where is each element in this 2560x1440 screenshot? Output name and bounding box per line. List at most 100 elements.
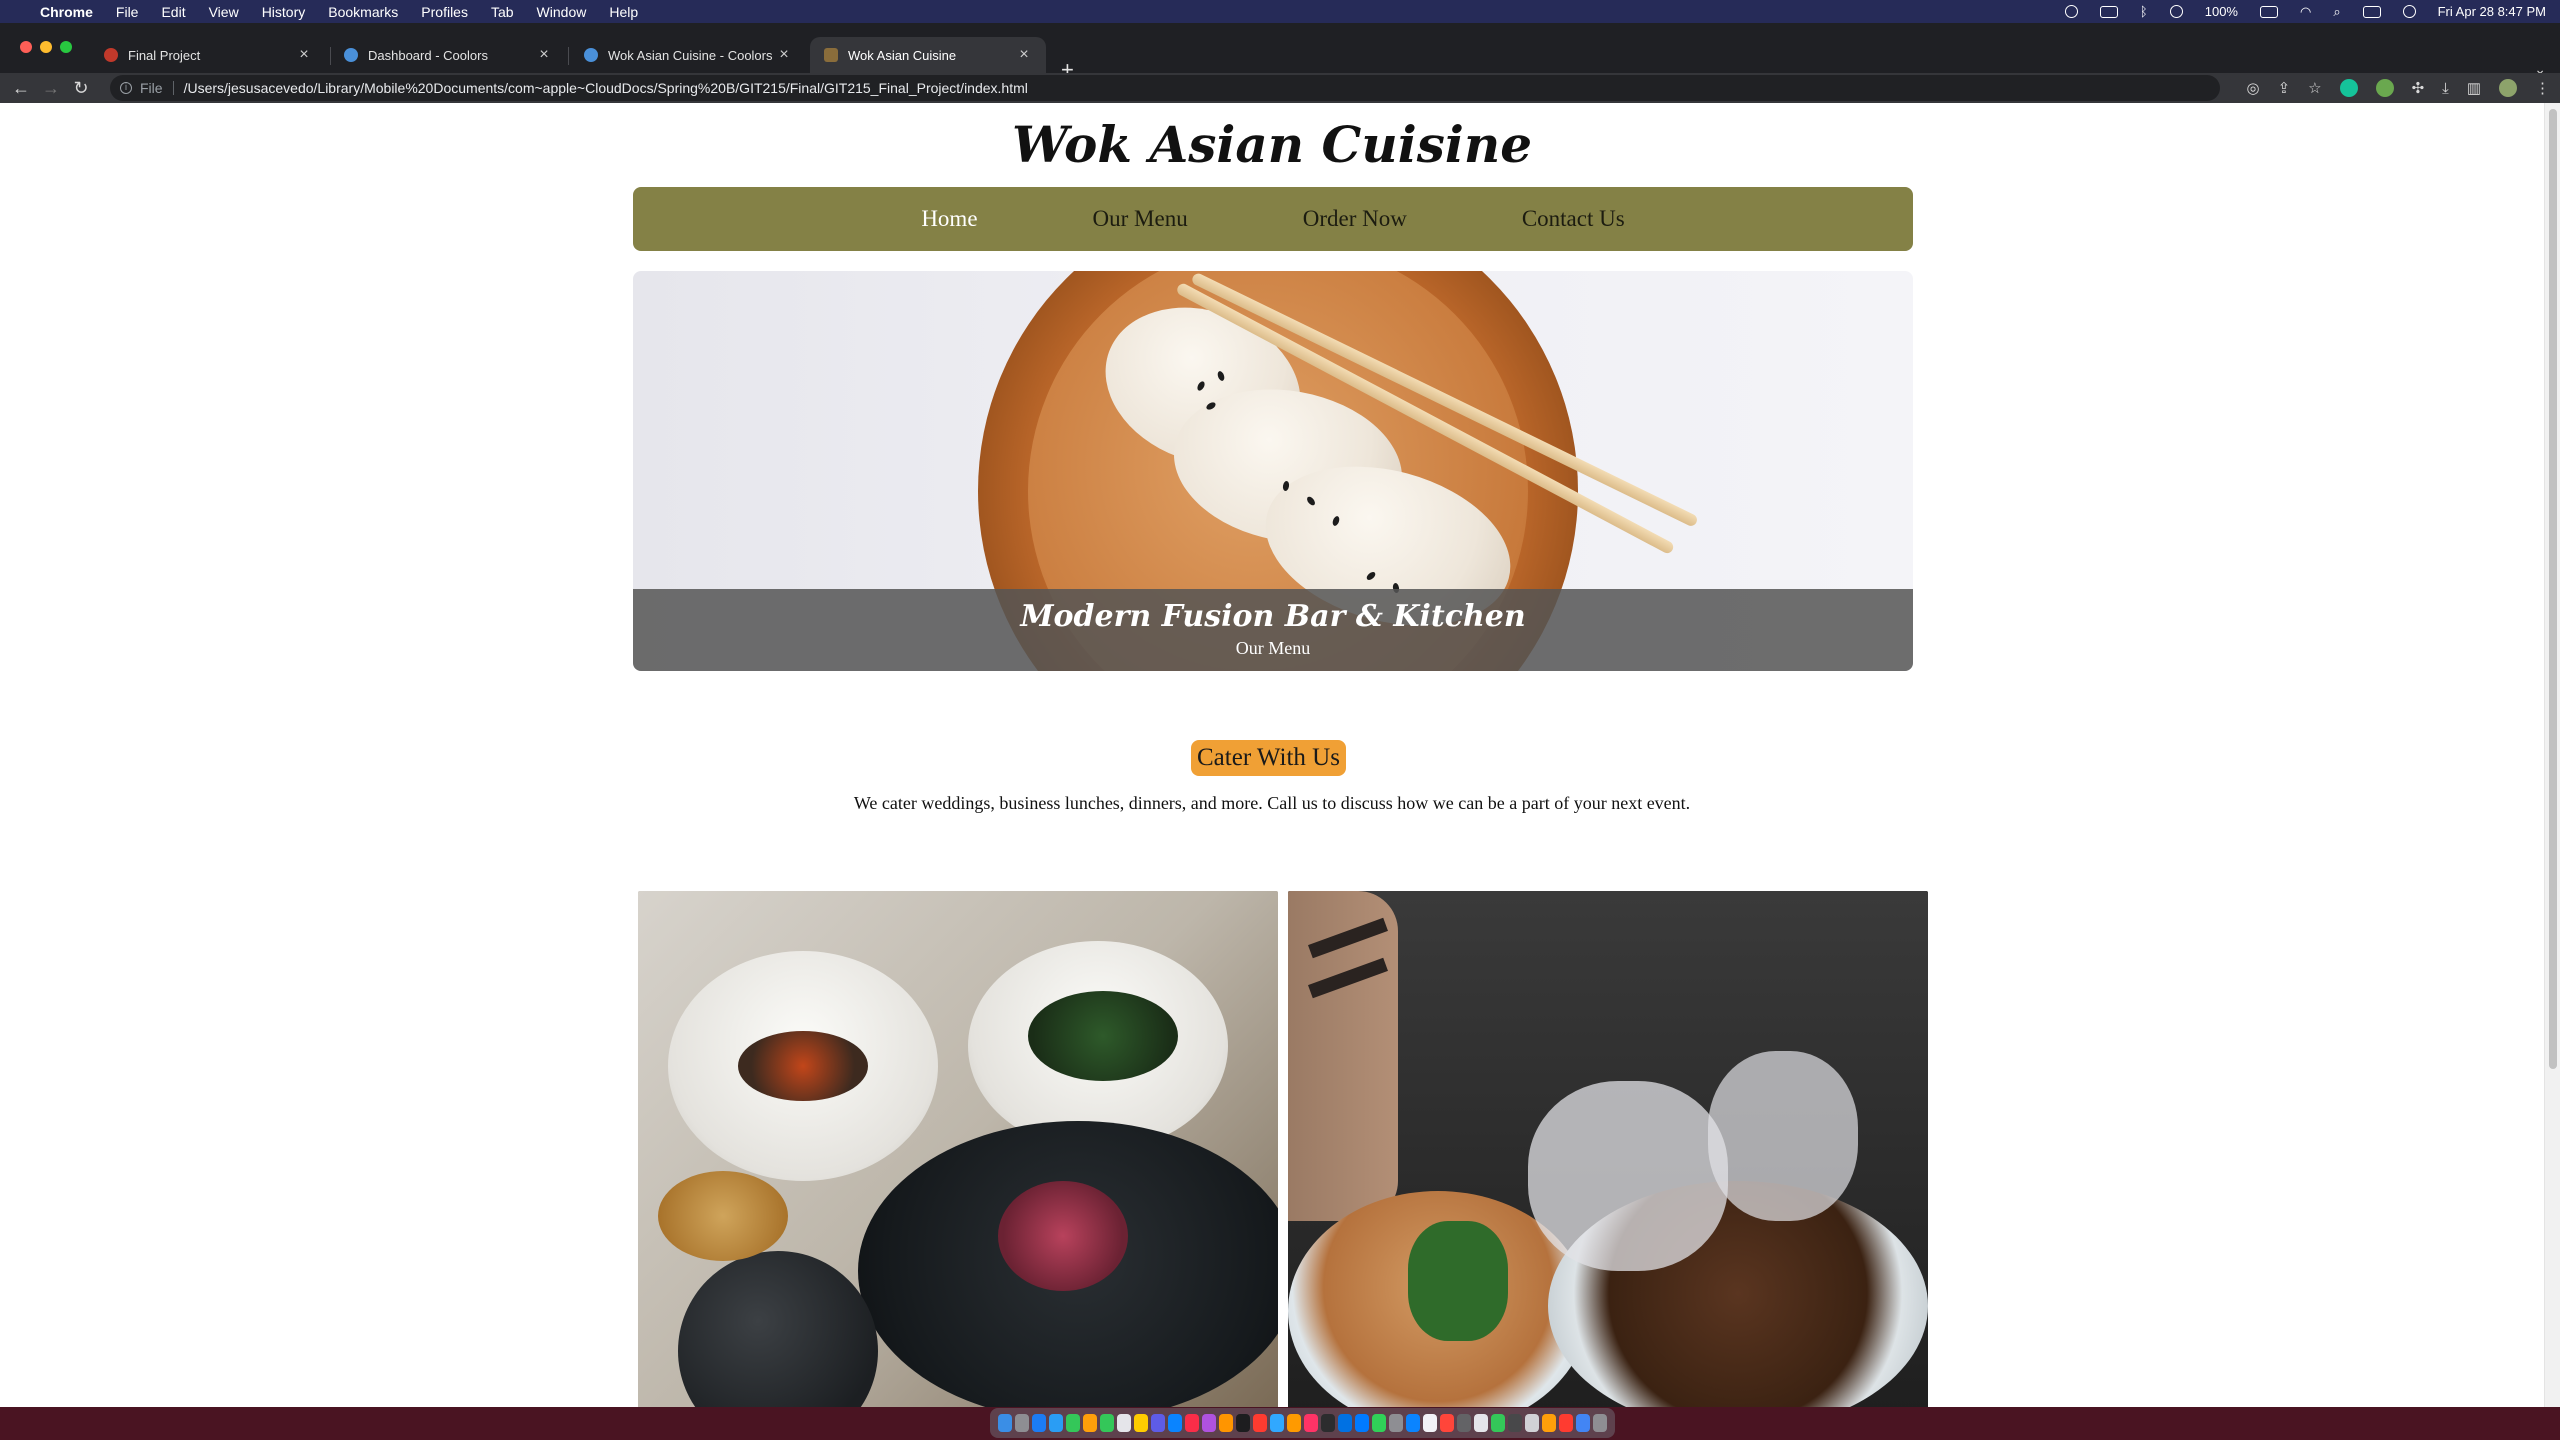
- creative-cloud-icon[interactable]: [2064, 5, 2078, 18]
- omnibox-divider: [172, 81, 174, 95]
- calendar-icon[interactable]: [1117, 1414, 1131, 1432]
- app-icon[interactable]: [1491, 1414, 1505, 1432]
- menu-bookmarks[interactable]: Bookmarks: [328, 4, 398, 20]
- app-icon[interactable]: [1236, 1414, 1250, 1432]
- app-icon[interactable]: [1253, 1414, 1267, 1432]
- xcode-icon[interactable]: [1338, 1414, 1352, 1432]
- close-tab-icon[interactable]: ×: [536, 46, 552, 64]
- macos-menubar: Chrome File Edit View History Bookmarks …: [0, 0, 2560, 23]
- menu-window[interactable]: Window: [537, 4, 587, 20]
- grammarly-extension-icon[interactable]: [2339, 79, 2358, 97]
- app-icon[interactable]: [1168, 1414, 1182, 1432]
- nav-home[interactable]: Home: [921, 206, 977, 232]
- wifi-icon[interactable]: ◠: [2300, 4, 2311, 20]
- address-bar[interactable]: i File /Users/jesusacevedo/Library/Mobil…: [110, 75, 2220, 101]
- window-controls: [20, 41, 72, 53]
- minimize-window-button[interactable]: [40, 41, 52, 53]
- trash-icon[interactable]: [1593, 1414, 1607, 1432]
- url-text[interactable]: /Users/jesusacevedo/Library/Mobile%20Doc…: [184, 80, 1028, 96]
- menu-profiles[interactable]: Profiles: [421, 4, 468, 20]
- bookmark-star-icon[interactable]: ☆: [2308, 79, 2321, 97]
- mail-icon[interactable]: [1355, 1414, 1369, 1432]
- app-icon[interactable]: [1508, 1414, 1522, 1432]
- app-store-icon[interactable]: [1032, 1414, 1046, 1432]
- tuna-topping: [998, 1181, 1128, 1291]
- nav-our-menu[interactable]: Our Menu: [1093, 206, 1188, 232]
- finder-icon[interactable]: [998, 1414, 1012, 1432]
- more-menu-icon[interactable]: ⋮: [2535, 79, 2550, 97]
- messages-icon[interactable]: [1066, 1414, 1080, 1432]
- site-info-icon[interactable]: i: [120, 82, 132, 94]
- app-icon[interactable]: [1423, 1414, 1437, 1432]
- indesign-icon[interactable]: [1304, 1414, 1318, 1432]
- maps-icon[interactable]: [1372, 1414, 1386, 1432]
- app-icon[interactable]: [1474, 1414, 1488, 1432]
- display-icon[interactable]: [2099, 5, 2118, 18]
- close-tab-icon[interactable]: ×: [776, 46, 792, 64]
- app-icon[interactable]: [1151, 1414, 1165, 1432]
- bluetooth-icon[interactable]: ᛒ: [2140, 4, 2148, 19]
- settings-icon[interactable]: [1389, 1414, 1403, 1432]
- menu-edit[interactable]: Edit: [161, 4, 185, 20]
- safari-icon[interactable]: [1049, 1414, 1063, 1432]
- notes-icon[interactable]: [1134, 1414, 1148, 1432]
- maximize-window-button[interactable]: [60, 41, 72, 53]
- control-center-icon[interactable]: [2362, 5, 2381, 18]
- page-scrollbar[interactable]: [2544, 103, 2560, 1407]
- app-icon[interactable]: [1542, 1414, 1556, 1432]
- chrome-icon[interactable]: [1576, 1414, 1590, 1432]
- tab-title: Final Project: [128, 47, 201, 63]
- tab-dashboard-coolors[interactable]: Dashboard - Coolors ×: [330, 37, 566, 73]
- profile-avatar[interactable]: [2499, 79, 2517, 97]
- back-arrow-icon[interactable]: ←: [6, 78, 36, 99]
- tab-wok-asian-cuisine[interactable]: Wok Asian Cuisine ×: [810, 37, 1046, 73]
- menu-help[interactable]: Help: [609, 4, 638, 20]
- tab-title: Dashboard - Coolors: [368, 47, 488, 63]
- facetime-icon[interactable]: [1100, 1414, 1114, 1432]
- vscode-icon[interactable]: [1406, 1414, 1420, 1432]
- illustrator-icon[interactable]: [1287, 1414, 1301, 1432]
- app-icon[interactable]: [1457, 1414, 1471, 1432]
- play-icon[interactable]: [2169, 5, 2183, 18]
- bowl-topping: [738, 1031, 868, 1101]
- download-icon[interactable]: ⤓: [2442, 80, 2449, 97]
- google-lens-icon[interactable]: ◎: [2246, 79, 2259, 97]
- siri-icon[interactable]: [2402, 5, 2416, 18]
- menubar-clock[interactable]: Fri Apr 28 8:47 PM: [2438, 4, 2546, 19]
- podcasts-icon[interactable]: [1202, 1414, 1216, 1432]
- terminal-icon[interactable]: [1321, 1414, 1335, 1432]
- menu-app-chrome[interactable]: Chrome: [40, 4, 93, 20]
- extensions-puzzle-icon[interactable]: ✣: [2412, 79, 2425, 97]
- tab-wok-coolors[interactable]: Wok Asian Cuisine - Coolors ×: [570, 37, 806, 73]
- hero-title: Modern Fusion Bar & Kitchen: [1020, 599, 1526, 634]
- hero-subtitle-link[interactable]: Our Menu: [633, 638, 1913, 659]
- close-tab-icon[interactable]: ×: [296, 46, 312, 64]
- app-icon[interactable]: [1559, 1414, 1573, 1432]
- menu-history[interactable]: History: [262, 4, 306, 20]
- menubar-status-area: ᛒ 100% ◠ ⌕ Fri Apr 28 8:47 PM: [2064, 0, 2546, 23]
- nav-order-now[interactable]: Order Now: [1303, 206, 1407, 232]
- app-icon[interactable]: [1440, 1414, 1454, 1432]
- share-icon[interactable]: ⇪: [2278, 79, 2291, 97]
- preview-icon[interactable]: [1525, 1414, 1539, 1432]
- side-panel-icon[interactable]: ▥: [2467, 79, 2481, 97]
- books-icon[interactable]: [1219, 1414, 1233, 1432]
- music-icon[interactable]: [1185, 1414, 1199, 1432]
- site-title: Wok Asian Cuisine: [1011, 115, 1533, 174]
- tab-final-project[interactable]: Final Project ×: [90, 37, 326, 73]
- launchpad-icon[interactable]: [1015, 1414, 1029, 1432]
- spotlight-search-icon[interactable]: ⌕: [2333, 4, 2340, 20]
- scrollbar-thumb[interactable]: [2549, 109, 2557, 1069]
- close-tab-icon[interactable]: ×: [1016, 46, 1032, 64]
- photos-icon[interactable]: [1083, 1414, 1097, 1432]
- battery-icon[interactable]: [2259, 5, 2278, 18]
- menu-view[interactable]: View: [209, 4, 239, 20]
- nav-contact-us[interactable]: Contact Us: [1522, 206, 1625, 232]
- close-window-button[interactable]: [20, 41, 32, 53]
- extension-tree-icon[interactable]: [2375, 79, 2394, 97]
- photoshop-icon[interactable]: [1270, 1414, 1284, 1432]
- reload-icon[interactable]: ↻: [66, 78, 96, 99]
- menu-tab[interactable]: Tab: [491, 4, 514, 20]
- menu-file[interactable]: File: [116, 4, 139, 20]
- forward-arrow-icon[interactable]: →: [36, 78, 66, 99]
